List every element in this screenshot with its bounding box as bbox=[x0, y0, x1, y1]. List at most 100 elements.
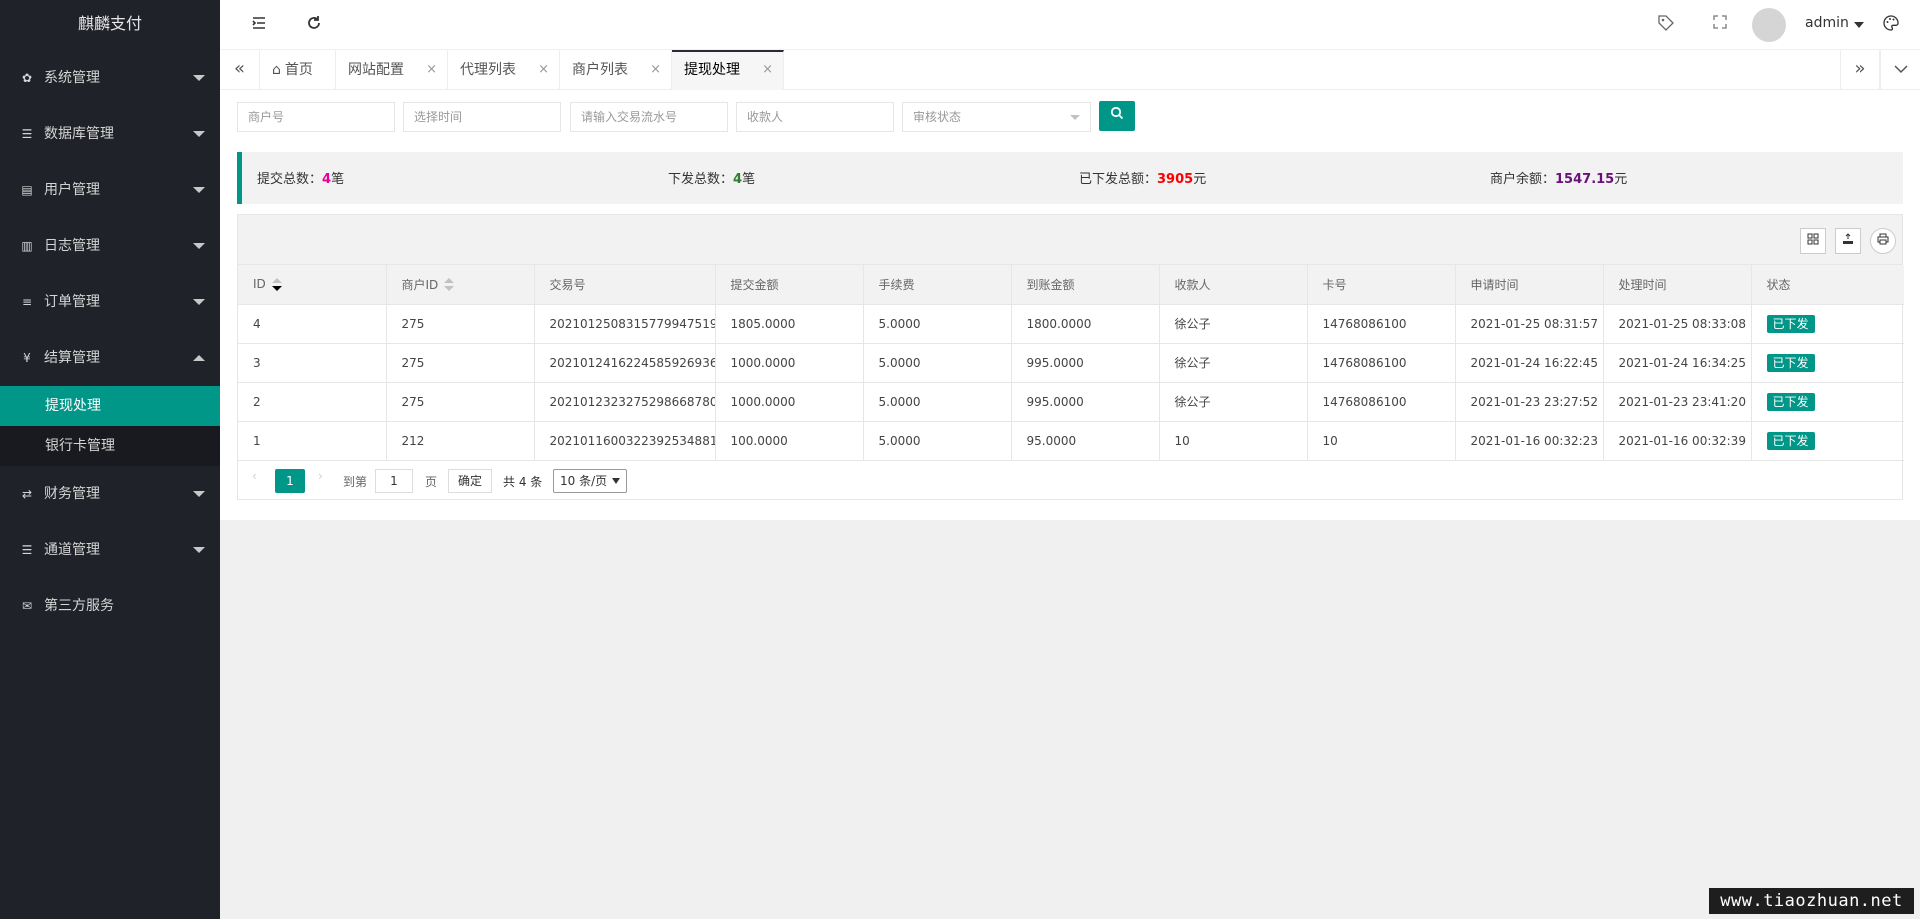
withdraw-table: ID 商户ID 交易号 提交金额 手续费 到账金额 收款人 卡号 申请时间 处理时间 状态 4 275… bbox=[238, 265, 1904, 461]
pager-confirm-button[interactable]: 确定 bbox=[448, 468, 492, 493]
sidebar-item-4[interactable]: ≡ 订单管理 bbox=[0, 274, 220, 330]
table-cell: 4 bbox=[238, 304, 387, 344]
stat-issued-amount-value: 3905 bbox=[1157, 172, 1194, 187]
server-icon: ☰ bbox=[21, 543, 33, 557]
refresh-icon[interactable] bbox=[303, 14, 325, 36]
stats-bar: 提交总数：4笔 下发总数：4笔 已下发总额：3905元 商户余额：1547.15… bbox=[237, 152, 1903, 204]
column-header: 手续费 bbox=[863, 265, 1012, 305]
sidebar-item-2[interactable]: ▤ 用户管理 bbox=[0, 162, 220, 218]
admin-username[interactable]: admin bbox=[1805, 15, 1849, 31]
merchant-no-input[interactable]: 商户号 bbox=[237, 102, 395, 132]
column-header: 交易号 bbox=[534, 265, 716, 305]
sidebar-item-6[interactable]: ⇄ 财务管理 bbox=[0, 466, 220, 522]
tab-4[interactable]: 提现处理 × bbox=[672, 50, 784, 90]
pager-page-input[interactable]: 1 bbox=[375, 468, 413, 493]
chevron-down-icon bbox=[193, 131, 205, 137]
table-row: 1 212 2021011600322392534881 100.0000 5.0000… bbox=[238, 421, 1904, 461]
chevron-down-icon bbox=[193, 243, 205, 249]
stat-balance-value: 1547.15 bbox=[1555, 172, 1615, 187]
search-icon bbox=[1110, 106, 1124, 120]
chevron-down-icon bbox=[193, 491, 205, 497]
tab-label: 网站配置 bbox=[348, 62, 404, 78]
table-row: 2 275 2021012323275298668780 1000.0000 5.000… bbox=[238, 382, 1904, 422]
export-icon[interactable] bbox=[1835, 228, 1861, 254]
tag-icon[interactable] bbox=[1655, 14, 1677, 36]
time-picker-input[interactable]: 选择时间 bbox=[403, 102, 561, 132]
sidebar-item-1[interactable]: ☰ 数据库管理 bbox=[0, 106, 220, 162]
column-header-label: 收款人 bbox=[1174, 277, 1211, 292]
sidebar-item-5[interactable]: ¥ 结算管理 bbox=[0, 330, 220, 386]
tab-label: 代理列表 bbox=[460, 62, 516, 78]
stat-issued-total: 下发总数：4笔 bbox=[668, 172, 756, 187]
tab-3[interactable]: 商户列表 × bbox=[560, 50, 672, 90]
serial-no-input[interactable]: 请输入交易流水号 bbox=[570, 102, 728, 132]
print-icon[interactable] bbox=[1870, 228, 1896, 254]
sidebar-item-3[interactable]: ▥ 日志管理 bbox=[0, 218, 220, 274]
table-cell: 10 bbox=[1307, 421, 1456, 461]
close-icon[interactable]: × bbox=[426, 50, 437, 90]
column-header: 申请时间 bbox=[1455, 265, 1604, 305]
pager-prev-icon[interactable]: ‹ bbox=[252, 469, 257, 483]
sidebar-item-7[interactable]: ☰ 通道管理 bbox=[0, 522, 220, 578]
table-cell: 已下发 bbox=[1751, 382, 1904, 422]
watermark: www.tiaozhuan.net bbox=[1709, 888, 1914, 914]
table-cell: 5.0000 bbox=[863, 421, 1012, 461]
pager-goto-label: 到第 bbox=[343, 474, 368, 489]
tab-label: 提现处理 bbox=[684, 62, 740, 78]
pager-size-select[interactable]: 10 条/页 bbox=[553, 468, 627, 493]
pager-current-page[interactable]: 1 bbox=[275, 468, 305, 493]
status-select[interactable]: 审核状态 bbox=[902, 102, 1091, 132]
sidebar-item-label: 订单管理 bbox=[44, 294, 100, 310]
tabs-scroll-right-icon[interactable]: » bbox=[1840, 50, 1880, 90]
column-header-label: 处理时间 bbox=[1618, 277, 1667, 292]
table-cell: 14768086100 bbox=[1307, 304, 1456, 344]
payee-input[interactable]: 收款人 bbox=[736, 102, 894, 132]
sidebar-item-0[interactable]: ✿ 系统管理 bbox=[0, 50, 220, 106]
status-badge: 已下发 bbox=[1766, 392, 1815, 411]
chevron-down-icon bbox=[193, 547, 205, 553]
close-icon[interactable]: × bbox=[538, 50, 549, 90]
status-badge: 已下发 bbox=[1766, 353, 1815, 372]
sidebar-item-8[interactable]: ✉ 第三方服务 bbox=[0, 578, 220, 634]
sidebar-menu: ✿ 系统管理 ☰ 数据库管理 ▤ 用户管理 ▥ 日志管理 ≡ 订单管理 ¥ 结算管理 提现处理 银行卡管理… bbox=[0, 50, 220, 634]
column-header-label: 申请时间 bbox=[1470, 277, 1519, 292]
columns-filter-icon[interactable] bbox=[1800, 228, 1826, 254]
close-icon[interactable]: × bbox=[762, 52, 773, 88]
sort-icon[interactable] bbox=[271, 277, 282, 292]
table-cell: 1000.0000 bbox=[715, 343, 864, 383]
table-toolbar bbox=[238, 215, 1902, 265]
menu-toggle-icon[interactable] bbox=[248, 14, 270, 36]
tabs-dropdown-icon[interactable] bbox=[1880, 50, 1920, 90]
fullscreen-icon[interactable] bbox=[1709, 14, 1731, 36]
table-cell: 2021-01-25 08:31:57 bbox=[1455, 304, 1604, 344]
stat-submit-total: 提交总数：4笔 bbox=[257, 172, 345, 187]
chevron-down-icon bbox=[193, 187, 205, 193]
tabs-bar: « ⌂ 首页 网站配置 × 代理列表 × 商户列表 × 提现处理 × » bbox=[220, 50, 1920, 90]
close-icon[interactable]: × bbox=[650, 50, 661, 90]
column-header-label: 状态 bbox=[1766, 277, 1791, 292]
table-cell: 2021-01-16 00:32:39 bbox=[1603, 421, 1752, 461]
tab-1[interactable]: 网站配置 × bbox=[336, 50, 448, 90]
tab-0[interactable]: ⌂ 首页 bbox=[260, 50, 336, 90]
sidebar-subitem-0[interactable]: 提现处理 bbox=[0, 386, 220, 426]
chevron-down-icon[interactable] bbox=[1854, 22, 1864, 28]
column-header[interactable]: ID bbox=[238, 265, 387, 305]
user-icon: ▤ bbox=[21, 183, 33, 197]
sidebar-subitem-1[interactable]: 银行卡管理 bbox=[0, 426, 220, 466]
table-cell: 1000.0000 bbox=[715, 382, 864, 422]
table-body: 4 275 2021012508315779947519 1805.0000 5.000… bbox=[238, 304, 1904, 461]
column-header: 处理时间 bbox=[1603, 265, 1752, 305]
avatar[interactable] bbox=[1752, 8, 1786, 42]
column-header-label: ID bbox=[253, 277, 266, 291]
table-cell: 275 bbox=[386, 304, 535, 344]
table-cell: 1 bbox=[238, 421, 387, 461]
sort-icon[interactable] bbox=[444, 278, 455, 292]
pager-next-icon[interactable]: › bbox=[318, 469, 323, 483]
column-header[interactable]: 商户ID bbox=[386, 265, 535, 305]
search-button[interactable] bbox=[1099, 101, 1135, 131]
palette-icon[interactable] bbox=[1880, 14, 1902, 36]
table-cell: 212 bbox=[386, 421, 535, 461]
pager-total: 共 4 条 bbox=[503, 474, 543, 489]
tab-2[interactable]: 代理列表 × bbox=[448, 50, 560, 90]
tabs-scroll-left-icon[interactable]: « bbox=[220, 50, 260, 90]
